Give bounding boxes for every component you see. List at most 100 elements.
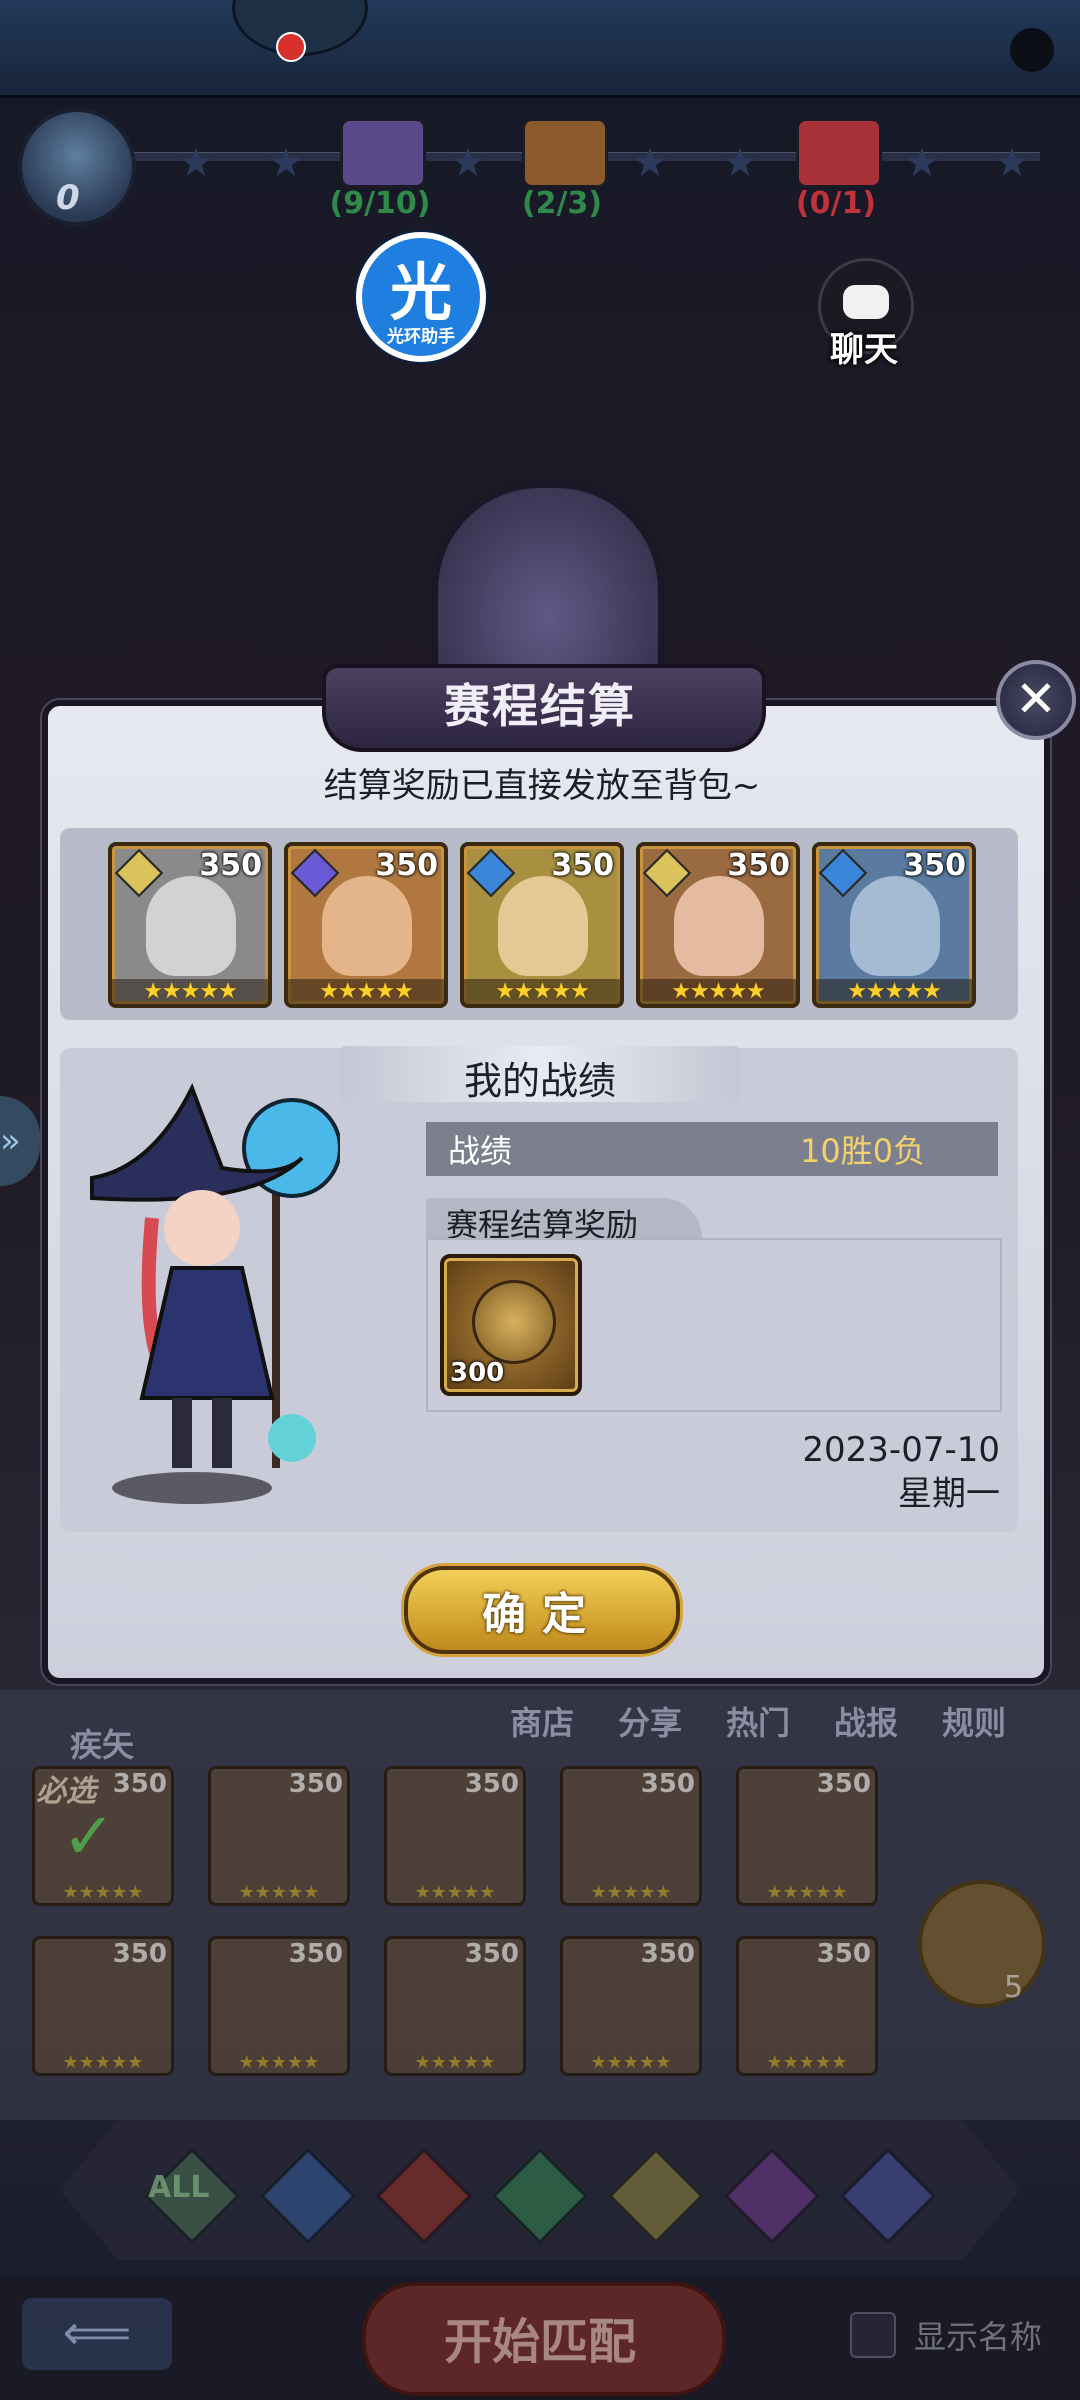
track-star-icon: ★ <box>450 140 486 186</box>
tab-battle-report[interactable]: 战报 <box>834 1698 898 1744</box>
hero-stars: ★★★★★ <box>62 1882 144 1903</box>
hero-stars: ★★★★★ <box>288 979 444 1004</box>
hero-stars: ★★★★★ <box>590 1882 672 1903</box>
hero-level: 350 <box>112 1769 167 1799</box>
track-star-icon: ★ <box>632 140 668 186</box>
filter-all-label: ALL <box>148 2170 210 2205</box>
hero-level: 350 <box>727 848 790 883</box>
hero-level: 350 <box>816 1939 871 1969</box>
trophy-count: 0 <box>56 178 80 218</box>
hero-card[interactable]: 350 ★★★★★ <box>208 1936 350 2076</box>
hero-card[interactable]: 350 ★★★★★ <box>208 1766 350 1906</box>
close-button[interactable]: ✕ <box>996 660 1076 740</box>
hero-portrait <box>498 876 588 976</box>
tab-category[interactable]: 疾矢 <box>70 1720 134 1766</box>
light-element-icon <box>642 848 692 898</box>
hero-card[interactable]: 350 ★★★★★ <box>560 1766 702 1906</box>
dialog-subtitle: 结算奖励已直接发放至背包~ <box>323 766 761 806</box>
reward-quantity: 300 <box>450 1358 505 1388</box>
hero-portrait <box>146 876 236 976</box>
hero-stars: ★★★★★ <box>62 2052 144 2073</box>
hero-level: 350 <box>288 1769 343 1799</box>
side-token-count: 5 <box>1004 1970 1024 2005</box>
hero-stars: ★★★★★ <box>816 979 972 1004</box>
hero-level: 350 <box>375 848 438 883</box>
reward-item[interactable]: 300 <box>440 1254 582 1396</box>
chest-icon[interactable] <box>340 118 426 188</box>
hero-stars: ★★★★★ <box>414 1882 496 1903</box>
track-star-icon: ★ <box>994 140 1030 186</box>
hero-card[interactable]: 350 ★★★★★ <box>736 1936 878 2076</box>
hero-stars: ★★★★★ <box>640 979 796 1004</box>
hero-stars: ★★★★★ <box>590 2052 672 2073</box>
helper-logo-text: 光 <box>389 256 452 329</box>
tab-hot[interactable]: 热门 <box>726 1698 790 1744</box>
chest-icon[interactable] <box>522 118 608 188</box>
date-text: 2023-07-10 <box>802 1430 1000 1470</box>
stat-value: 10胜0负 <box>800 1132 926 1170</box>
hero-stars: ★★★★★ <box>112 979 268 1004</box>
hero-card[interactable]: 350 ★★★★★ <box>32 1936 174 2076</box>
hero-stars: ★★★★★ <box>766 2052 848 2073</box>
hero-level: 350 <box>199 848 262 883</box>
tab-rules[interactable]: 规则 <box>942 1698 1006 1744</box>
track-star-icon: ★ <box>722 140 758 186</box>
hero-stars: ★★★★★ <box>238 2052 320 2073</box>
hero-portrait <box>850 876 940 976</box>
hero-stars: ★★★★★ <box>766 1882 848 1903</box>
chat-label[interactable]: 聊天 <box>816 322 912 371</box>
lineup-hero-card[interactable]: 350 ★★★★★ <box>284 842 448 1008</box>
chest-icon[interactable] <box>796 118 882 188</box>
hero-portrait <box>674 876 764 976</box>
confirm-label: 确定 <box>482 1589 602 1640</box>
hero-level: 350 <box>903 848 966 883</box>
hero-card[interactable]: 350 ★★★★★ <box>560 1936 702 2076</box>
moon-icon <box>1010 28 1054 72</box>
chest-progress: (2/3) <box>521 186 603 221</box>
hero-stars: ★★★★★ <box>464 979 620 1004</box>
hero-card[interactable]: 350 ★★★★★ <box>736 1766 878 1906</box>
chest-progress: (0/1) <box>795 186 877 221</box>
hero-level: 350 <box>551 848 614 883</box>
chest-progress: (9/10) <box>329 186 431 221</box>
show-name-checkbox[interactable] <box>850 2312 896 2358</box>
light-element-icon <box>114 848 164 898</box>
lineup-hero-card[interactable]: 350 ★★★★★ <box>812 842 976 1008</box>
start-match-label: 开始匹配 <box>443 2314 636 2370</box>
hero-level: 350 <box>464 1939 519 1969</box>
water-element-icon <box>466 848 516 898</box>
lineup-hero-card[interactable]: 350 ★★★★★ <box>460 842 624 1008</box>
hero-portrait <box>322 876 412 976</box>
hero-level: 350 <box>816 1769 871 1799</box>
settlement-date: 2023-07-10 星期一 <box>700 1428 1000 1516</box>
show-name-label: 显示名称 <box>914 2318 1043 2356</box>
track-star-icon: ★ <box>904 140 940 186</box>
check-icon: ✓ <box>62 1800 116 1874</box>
coin-icon <box>472 1280 556 1364</box>
confirm-button[interactable]: 确定 <box>404 1566 680 1654</box>
weekday-text: 星期一 <box>898 1474 1000 1514</box>
hero-card[interactable]: 350 ★★★★★ <box>384 1936 526 2076</box>
hero-level: 350 <box>640 1769 695 1799</box>
hero-level: 350 <box>464 1769 519 1799</box>
record-title: 我的战绩 <box>463 1059 616 1103</box>
notification-dot-icon <box>276 32 306 62</box>
chat-bubble-icon <box>843 285 889 319</box>
hero-card[interactable]: 350 ★★★★★ <box>384 1766 526 1906</box>
hero-level: 350 <box>640 1939 695 1969</box>
side-token-icon[interactable] <box>918 1880 1046 2008</box>
back-button[interactable]: ⟸ <box>22 2298 172 2370</box>
stat-label: 战绩 <box>448 1132 513 1170</box>
water-element-icon <box>818 848 868 898</box>
witch-character <box>90 1083 340 1504</box>
lineup-hero-card[interactable]: 350 ★★★★★ <box>636 842 800 1008</box>
tab-shop[interactable]: 商店 <box>510 1698 574 1744</box>
tab-share[interactable]: 分享 <box>618 1698 682 1744</box>
hero-stars: ★★★★★ <box>238 1882 320 1903</box>
halo-assistant-button[interactable]: 光 光环助手 <box>356 232 486 362</box>
track-star-icon: ★ <box>268 140 304 186</box>
hero-level: 350 <box>112 1939 167 1969</box>
track-star-icon: ★ <box>178 140 214 186</box>
lineup-hero-card[interactable]: 350 ★★★★★ <box>108 842 272 1008</box>
helper-label: 光环助手 <box>387 327 455 347</box>
